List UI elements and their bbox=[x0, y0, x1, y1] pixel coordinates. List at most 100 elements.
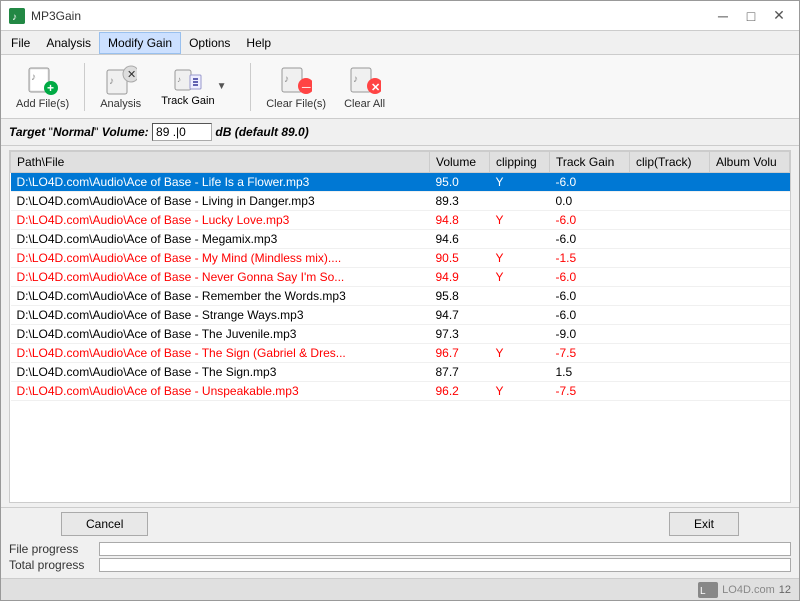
add-files-label: Add File(s) bbox=[16, 98, 69, 110]
exit-button[interactable]: Exit bbox=[669, 512, 739, 536]
window-controls: ─ □ ✕ bbox=[711, 6, 791, 26]
clear-all-icon: ♪ ✕ bbox=[349, 64, 381, 96]
svg-text:♪: ♪ bbox=[284, 74, 289, 85]
minimize-button[interactable]: ─ bbox=[711, 6, 735, 26]
total-progress-label: Total progress bbox=[9, 558, 99, 572]
analysis-button[interactable]: ♪ ✕ Analysis bbox=[93, 59, 148, 115]
cancel-button[interactable]: Cancel bbox=[61, 512, 148, 536]
table-cell-5 bbox=[710, 268, 790, 287]
table-cell-4 bbox=[630, 287, 710, 306]
table-cell-4 bbox=[630, 382, 710, 401]
table-cell-0: D:\LO4D.com\Audio\Ace of Base - My Mind … bbox=[11, 249, 430, 268]
table-cell-1: 94.7 bbox=[430, 306, 490, 325]
table-cell-1: 94.8 bbox=[430, 211, 490, 230]
table-cell-3: -6.0 bbox=[550, 173, 630, 192]
version-text: 12 bbox=[779, 584, 791, 596]
table-cell-0: D:\LO4D.com\Audio\Ace of Base - Life Is … bbox=[11, 173, 430, 192]
total-progress-row: Total progress bbox=[9, 558, 791, 572]
svg-text:+: + bbox=[47, 81, 54, 95]
add-files-button[interactable]: ♪ + Add File(s) bbox=[9, 59, 76, 115]
table-row[interactable]: D:\LO4D.com\Audio\Ace of Base - Unspeaka… bbox=[11, 382, 790, 401]
table-cell-0: D:\LO4D.com\Audio\Ace of Base - The Sign… bbox=[11, 344, 430, 363]
table-cell-2: Y bbox=[490, 382, 550, 401]
clear-all-label: Clear All bbox=[344, 98, 385, 110]
target-normal: Normal bbox=[53, 125, 94, 139]
table-cell-1: 94.6 bbox=[430, 230, 490, 249]
col-track-gain: Track Gain bbox=[550, 152, 630, 173]
clear-files-button[interactable]: ♪ ─ Clear File(s) bbox=[259, 59, 333, 115]
menu-help[interactable]: Help bbox=[238, 33, 279, 53]
table-header-row: Path\File Volume clipping Track Gain cli… bbox=[11, 152, 790, 173]
table-cell-4 bbox=[630, 211, 710, 230]
table-cell-0: D:\LO4D.com\Audio\Ace of Base - Lucky Lo… bbox=[11, 211, 430, 230]
table-cell-5 bbox=[710, 249, 790, 268]
table-cell-3: -1.5 bbox=[550, 249, 630, 268]
table-cell-5 bbox=[710, 230, 790, 249]
table-cell-5 bbox=[710, 382, 790, 401]
total-progress-bar bbox=[99, 558, 791, 572]
target-volume-input[interactable] bbox=[152, 123, 212, 141]
table-cell-4 bbox=[630, 230, 710, 249]
table-row[interactable]: D:\LO4D.com\Audio\Ace of Base - Megamix.… bbox=[11, 230, 790, 249]
table-row[interactable]: D:\LO4D.com\Audio\Ace of Base - The Juve… bbox=[11, 325, 790, 344]
track-gain-button[interactable]: ♪ Track Gain ▼ bbox=[152, 62, 242, 112]
table-cell-3: -6.0 bbox=[550, 211, 630, 230]
col-album-vol: Album Volu bbox=[710, 152, 790, 173]
file-progress-label: File progress bbox=[9, 542, 99, 556]
file-table-container[interactable]: Path\File Volume clipping Track Gain cli… bbox=[9, 150, 791, 503]
progress-section: File progress Total progress bbox=[1, 540, 799, 578]
table-cell-4 bbox=[630, 268, 710, 287]
table-cell-0: D:\LO4D.com\Audio\Ace of Base - The Sign… bbox=[11, 363, 430, 382]
col-clipping: clipping bbox=[490, 152, 550, 173]
target-volume-label: Volume: bbox=[102, 125, 149, 139]
maximize-button[interactable]: □ bbox=[739, 6, 763, 26]
table-cell-4 bbox=[630, 306, 710, 325]
col-volume: Volume bbox=[430, 152, 490, 173]
analysis-label: Analysis bbox=[100, 98, 141, 110]
target-default: (default 89.0) bbox=[235, 125, 309, 139]
table-row[interactable]: D:\LO4D.com\Audio\Ace of Base - The Sign… bbox=[11, 344, 790, 363]
close-button[interactable]: ✕ bbox=[767, 6, 791, 26]
table-cell-4 bbox=[630, 363, 710, 382]
table-row[interactable]: D:\LO4D.com\Audio\Ace of Base - Strange … bbox=[11, 306, 790, 325]
file-progress-bar bbox=[99, 542, 791, 556]
table-row[interactable]: D:\LO4D.com\Audio\Ace of Base - Living i… bbox=[11, 192, 790, 211]
table-cell-1: 87.7 bbox=[430, 363, 490, 382]
table-cell-0: D:\LO4D.com\Audio\Ace of Base - The Juve… bbox=[11, 325, 430, 344]
file-table: Path\File Volume clipping Track Gain cli… bbox=[10, 151, 790, 401]
table-cell-1: 95.0 bbox=[430, 173, 490, 192]
table-row[interactable]: D:\LO4D.com\Audio\Ace of Base - Life Is … bbox=[11, 173, 790, 192]
table-cell-4 bbox=[630, 344, 710, 363]
table-cell-3: -6.0 bbox=[550, 230, 630, 249]
table-cell-3: -6.0 bbox=[550, 268, 630, 287]
toolbar: ♪ + Add File(s) ♪ ✕ Analysis bbox=[1, 55, 799, 119]
svg-text:L: L bbox=[700, 586, 706, 597]
menu-analysis[interactable]: Analysis bbox=[38, 33, 99, 53]
file-progress-row: File progress bbox=[9, 542, 791, 556]
menu-options[interactable]: Options bbox=[181, 33, 238, 53]
table-cell-2 bbox=[490, 363, 550, 382]
table-row[interactable]: D:\LO4D.com\Audio\Ace of Base - The Sign… bbox=[11, 363, 790, 382]
table-cell-5 bbox=[710, 192, 790, 211]
app-icon: ♪ bbox=[9, 8, 25, 24]
table-cell-3: 0.0 bbox=[550, 192, 630, 211]
table-row[interactable]: D:\LO4D.com\Audio\Ace of Base - My Mind … bbox=[11, 249, 790, 268]
table-row[interactable]: D:\LO4D.com\Audio\Ace of Base - Never Go… bbox=[11, 268, 790, 287]
clear-all-button[interactable]: ♪ ✕ Clear All bbox=[337, 59, 392, 115]
table-cell-4 bbox=[630, 173, 710, 192]
table-cell-0: D:\LO4D.com\Audio\Ace of Base - Living i… bbox=[11, 192, 430, 211]
table-cell-5 bbox=[710, 211, 790, 230]
table-cell-5 bbox=[710, 363, 790, 382]
table-cell-3: -6.0 bbox=[550, 287, 630, 306]
menu-file[interactable]: File bbox=[3, 33, 38, 53]
track-gain-dropdown-arrow[interactable]: ▼ bbox=[217, 81, 227, 92]
table-cell-0: D:\LO4D.com\Audio\Ace of Base - Remember… bbox=[11, 287, 430, 306]
table-row[interactable]: D:\LO4D.com\Audio\Ace of Base - Remember… bbox=[11, 287, 790, 306]
table-cell-0: D:\LO4D.com\Audio\Ace of Base - Megamix.… bbox=[11, 230, 430, 249]
main-window: ♪ MP3Gain ─ □ ✕ File Analysis Modify Gai… bbox=[0, 0, 800, 601]
table-row[interactable]: D:\LO4D.com\Audio\Ace of Base - Lucky Lo… bbox=[11, 211, 790, 230]
table-cell-1: 96.2 bbox=[430, 382, 490, 401]
menu-modify-gain[interactable]: Modify Gain bbox=[99, 32, 181, 54]
svg-text:─: ─ bbox=[301, 80, 311, 94]
add-files-icon: ♪ + bbox=[27, 64, 59, 96]
